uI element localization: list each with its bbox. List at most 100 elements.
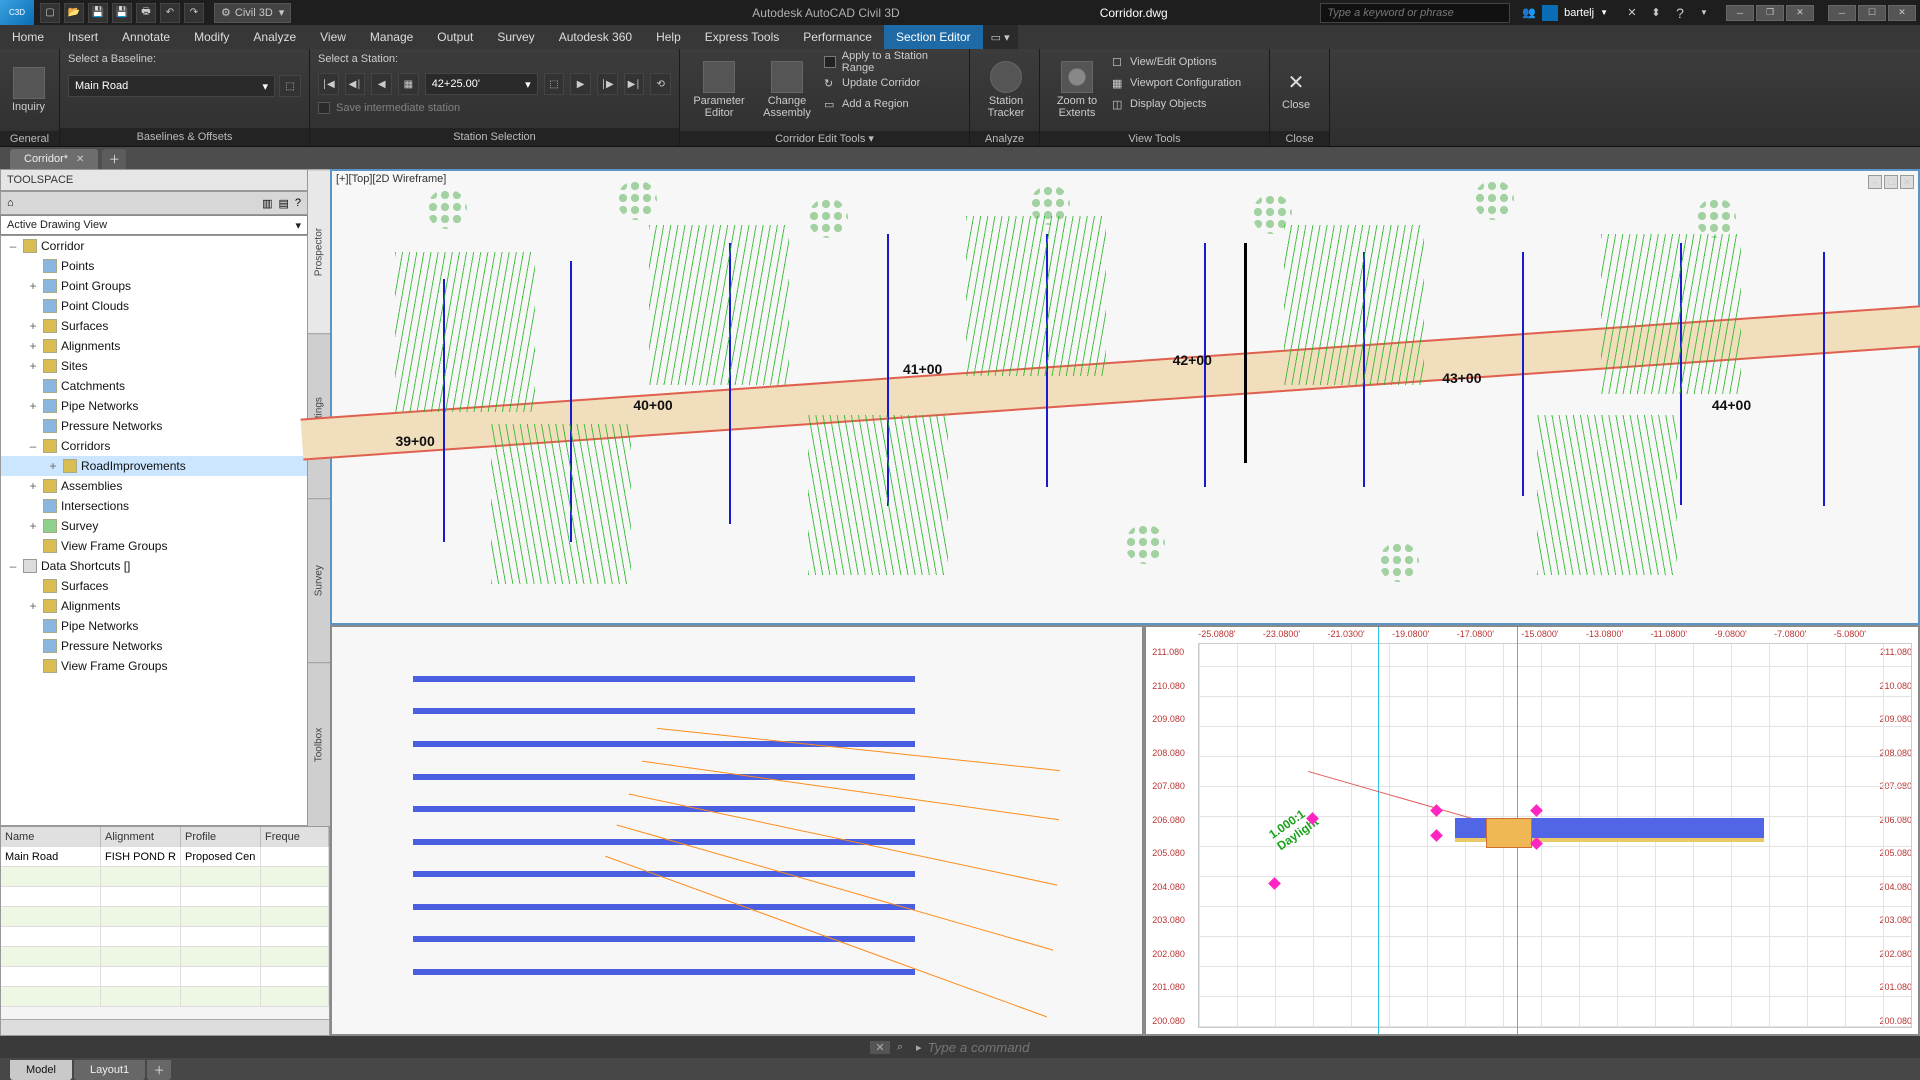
tab-model[interactable]: Model <box>10 1060 72 1080</box>
sidetab-prospector[interactable]: Prospector <box>308 169 330 333</box>
ts-help-icon[interactable]: ? <box>295 197 301 210</box>
command-line[interactable]: ✕ ⌕ ▸ <box>0 1036 1920 1058</box>
plan-viewport[interactable]: [+][Top][2D Wireframe] – ☐ ✕ <box>330 169 1920 625</box>
restore-doc-button[interactable]: ❐ <box>1756 5 1784 21</box>
tab-analyze[interactable]: Analyze <box>241 25 308 49</box>
close-button[interactable]: ✕ <box>1888 5 1916 21</box>
tab-survey[interactable]: Survey <box>485 25 546 49</box>
vp-max-icon[interactable]: ☐ <box>1884 175 1898 189</box>
apply-range-checkbox[interactable] <box>824 56 836 68</box>
display-objects-button[interactable]: ◫ Display Objects <box>1112 95 1241 113</box>
station-prev-sample-button[interactable]: ◀∣ <box>345 73 366 95</box>
station-next-button[interactable]: ▶ <box>570 73 591 95</box>
cmdline-close-icon[interactable]: ✕ <box>870 1041 890 1054</box>
baseline-pick-button[interactable]: ⬚ <box>279 75 301 97</box>
tree-item-survey[interactable]: +Survey <box>1 516 307 536</box>
cell-alignment[interactable]: FISH POND R <box>101 847 181 867</box>
tree-item-view-frame-groups[interactable]: View Frame Groups <box>1 656 307 676</box>
cmdline-customize-icon[interactable]: ⌕ <box>890 1041 910 1054</box>
qat-redo-button[interactable]: ↷ <box>184 3 204 23</box>
a360-icon[interactable]: ⬍ <box>1644 3 1668 23</box>
station-next-sample-button[interactable]: ∣▶ <box>597 73 618 95</box>
tree-item-sites[interactable]: +Sites <box>1 356 307 376</box>
viewport-label[interactable]: [+][Top][2D Wireframe] <box>336 173 446 185</box>
command-input[interactable] <box>928 1040 1528 1055</box>
view-edit-options-button[interactable]: ☐ View/Edit Options <box>1112 53 1241 71</box>
tab-performance[interactable]: Performance <box>791 25 884 49</box>
baseline-selector[interactable]: Main Road▾ <box>68 75 275 97</box>
tree-item-surfaces[interactable]: +Surfaces <box>1 316 307 336</box>
tree-item-surfaces[interactable]: Surfaces <box>1 576 307 596</box>
station-first-button[interactable]: ∣◀ <box>318 73 339 95</box>
tree-item-pipe-networks[interactable]: +Pipe Networks <box>1 396 307 416</box>
vp-close-icon[interactable]: ✕ <box>1900 175 1914 189</box>
prospector-tree[interactable]: –CorridorPoints+Point GroupsPoint Clouds… <box>0 235 308 826</box>
cell-freq[interactable] <box>261 847 329 867</box>
tab-home[interactable]: Home <box>0 25 56 49</box>
update-corridor-button[interactable]: ↻ Update Corridor <box>824 74 961 92</box>
tab-view[interactable]: View <box>308 25 358 49</box>
tree-item-alignments[interactable]: +Alignments <box>1 596 307 616</box>
ts-tool2-icon[interactable]: ▤ <box>278 197 288 210</box>
infocenter-search[interactable]: Type a keyword or phrase <box>1320 3 1510 23</box>
app-logo-icon[interactable]: C3D <box>0 0 34 25</box>
viewport-config-button[interactable]: ▦ Viewport Configuration <box>1112 74 1241 92</box>
tree-item-view-frame-groups[interactable]: View Frame Groups <box>1 536 307 556</box>
panel-title-corridor-tools[interactable]: Corridor Edit Tools ▾ <box>680 131 969 146</box>
tree-item-pipe-networks[interactable]: Pipe Networks <box>1 616 307 636</box>
ribbon-state-dropdown[interactable]: ▭ ▾ <box>983 25 1018 49</box>
zoom-extents-button[interactable]: Zoom to Extents <box>1048 53 1106 127</box>
col-alignment[interactable]: Alignment <box>101 827 181 847</box>
tree-item-corridor[interactable]: –Corridor <box>1 236 307 256</box>
tree-item-points[interactable]: Points <box>1 256 307 276</box>
tree-item-pressure-networks[interactable]: Pressure Networks <box>1 636 307 656</box>
help-icon[interactable]: ? <box>1668 3 1692 23</box>
tab-modify[interactable]: Modify <box>182 25 241 49</box>
tab-insert[interactable]: Insert <box>56 25 110 49</box>
sidetab-settings[interactable]: Settings <box>308 333 330 497</box>
section-viewport[interactable]: -25.0808'-23.0800'-21.0300'-19.0800'-17.… <box>1144 625 1920 1036</box>
add-region-button[interactable]: ▭ Add a Region <box>824 95 961 113</box>
grid-hscrollbar[interactable] <box>1 1019 329 1035</box>
station-prev-button[interactable]: ◀ <box>371 73 392 95</box>
tree-item-intersections[interactable]: Intersections <box>1 496 307 516</box>
cell-profile[interactable]: Proposed Cen <box>181 847 261 867</box>
station-last-button[interactable]: ▶∣ <box>624 73 645 95</box>
tab-output[interactable]: Output <box>425 25 485 49</box>
tree-item-assemblies[interactable]: +Assemblies <box>1 476 307 496</box>
tab-help[interactable]: Help <box>644 25 693 49</box>
tab-close-icon[interactable]: ✕ <box>76 154 84 165</box>
tab-manage[interactable]: Manage <box>358 25 425 49</box>
tree-item-data-shortcuts-[interactable]: –Data Shortcuts [] <box>1 556 307 576</box>
station-tracker-button[interactable]: Station Tracker <box>978 53 1034 127</box>
cell-name[interactable]: Main Road <box>1 847 101 867</box>
maximize-button[interactable]: ☐ <box>1858 5 1886 21</box>
qat-open-button[interactable]: 📂 <box>64 3 84 23</box>
doctab-corridor[interactable]: Corridor* ✕ <box>10 149 98 169</box>
new-layout-tab-button[interactable]: ＋ <box>147 1060 171 1080</box>
tab-autodesk360[interactable]: Autodesk 360 <box>547 25 644 49</box>
station-pick-button[interactable]: ⬚ <box>544 73 565 95</box>
sidetab-toolbox[interactable]: Toolbox <box>308 662 330 826</box>
tab-annotate[interactable]: Annotate <box>110 25 182 49</box>
tree-item-pressure-networks[interactable]: Pressure Networks <box>1 416 307 436</box>
qat-new-button[interactable]: ▢ <box>40 3 60 23</box>
signin-menu[interactable]: 👥 bartelj ▼ <box>1522 5 1608 21</box>
new-doc-tab-button[interactable]: ＋ <box>102 149 126 169</box>
minimize-button[interactable]: ─ <box>1828 5 1856 21</box>
col-frequency[interactable]: Freque <box>261 827 329 847</box>
station-grid-icon[interactable]: ▦ <box>398 73 419 95</box>
tree-item-corridors[interactable]: –Corridors <box>1 436 307 456</box>
inquiry-button[interactable]: Inquiry <box>8 53 49 127</box>
ts-tool1-icon[interactable]: ▥ <box>262 197 272 210</box>
tree-item-catchments[interactable]: Catchments <box>1 376 307 396</box>
tree-item-point-clouds[interactable]: Point Clouds <box>1 296 307 316</box>
exchange-apps-icon[interactable]: ✕ <box>1620 3 1644 23</box>
vp-min-icon[interactable]: – <box>1868 175 1882 189</box>
close-section-editor-button[interactable]: ✕ Close <box>1278 53 1314 127</box>
tree-item-point-groups[interactable]: +Point Groups <box>1 276 307 296</box>
qat-saveas-button[interactable]: 💾 <box>112 3 132 23</box>
workspace-selector[interactable]: ⚙ Civil 3D <box>214 3 291 23</box>
apply-station-range-button[interactable]: Apply to a Station Range <box>824 53 961 71</box>
station-input[interactable]: 42+25.00'▾ <box>425 73 538 95</box>
